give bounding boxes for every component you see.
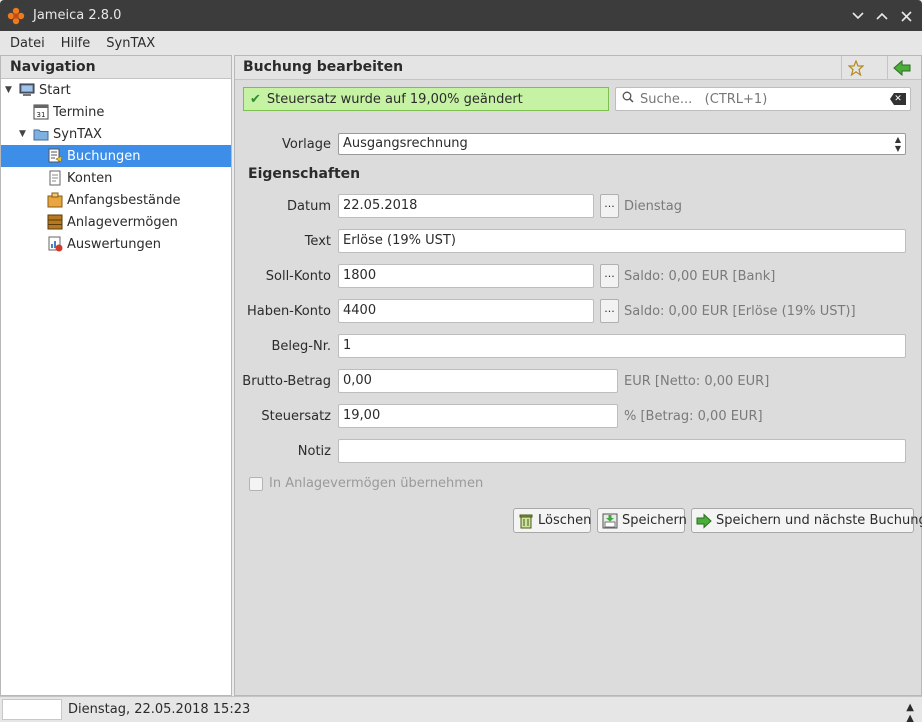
menu-datei[interactable]: Datei <box>10 36 45 51</box>
save-button[interactable]: Speichern <box>597 508 687 533</box>
trash-icon <box>518 513 534 529</box>
tree-item-label: Start <box>39 82 71 98</box>
anlagevermoegen-checkbox[interactable]: In Anlagevermögen übernehmen <box>249 476 483 491</box>
menu-syntax[interactable]: SynTAX <box>106 36 155 51</box>
calendar-icon: 31 <box>33 104 49 120</box>
soll-konto-label: Soll-Konto <box>265 269 331 284</box>
folder-icon <box>33 126 49 142</box>
tree-item-label: Anfangsbestände <box>67 192 181 208</box>
cabinet-icon <box>47 214 63 230</box>
tree-item-auswertungen[interactable]: Auswertungen <box>1 233 231 255</box>
status-text: Dienstag, 22.05.2018 15:23 <box>68 702 251 717</box>
datum-hint: Dienstag <box>624 199 682 214</box>
save-button-label: Speichern <box>622 513 687 528</box>
text-field[interactable]: Erlöse (19% UST) <box>338 229 906 253</box>
notiz-label: Notiz <box>297 444 331 459</box>
document-icon <box>47 170 63 186</box>
brutto-betrag-hint: EUR [Netto: 0,00 EUR] <box>624 374 770 389</box>
save-and-next-button[interactable]: Speichern und nächste Buchung <box>691 508 922 533</box>
vorlage-select[interactable]: Ausgangsrechnung ▲ ▼ <box>338 133 906 155</box>
search-icon <box>622 91 634 107</box>
chart-icon <box>47 236 63 252</box>
soll-konto-hint: Saldo: 0,00 EUR [Bank] <box>624 269 776 284</box>
back-arrow-icon[interactable] <box>887 56 915 80</box>
soll-konto-field[interactable]: 1800 <box>338 264 594 288</box>
search-placeholder: Suche... (CTRL+1) <box>640 91 768 107</box>
datum-field[interactable]: 22.05.2018 <box>338 194 594 218</box>
search-input[interactable]: Suche... (CTRL+1) ✕ <box>615 87 911 111</box>
status-indicator <box>2 699 62 720</box>
bookmark-star-icon[interactable] <box>841 56 869 80</box>
jameica-logo-icon <box>7 7 25 25</box>
checkbox-label: In Anlagevermögen übernehmen <box>269 476 484 491</box>
delete-button-label: Löschen <box>538 513 592 528</box>
delete-button[interactable]: Löschen <box>513 508 591 533</box>
tree-item-anfangsbestaende[interactable]: Anfangsbestände <box>1 189 231 211</box>
vorlage-value: Ausgangsrechnung <box>343 136 468 151</box>
steuersatz-hint: % [Betrag: 0,00 EUR] <box>624 409 763 424</box>
tree-item-label: SynTAX <box>53 126 102 142</box>
haben-konto-field[interactable]: 4400 <box>338 299 594 323</box>
tree-item-label: Konten <box>67 170 113 186</box>
expand-up-icon[interactable]: ▲ ▲ <box>906 702 914 722</box>
content-header: Buchung bearbeiten <box>235 56 921 80</box>
computer-icon <box>19 82 35 98</box>
text-label: Text <box>304 234 331 249</box>
window-titlebar: Jameica 2.8.0 <box>0 0 922 31</box>
notification-banner: ✔ Steuersatz wurde auf 19,00% geändert <box>243 87 609 111</box>
brutto-betrag-label: Brutto-Betrag <box>242 374 331 389</box>
status-bar: Dienstag, 22.05.2018 15:23 ▲ ▲ <box>0 696 922 722</box>
checkbox-box[interactable] <box>249 476 263 491</box>
navigation-header: Navigation <box>1 56 231 79</box>
content-panel: Buchung bearbeiten ✔ Steuersatz wurde au… <box>234 55 922 696</box>
tree-item-anlagevermoegen[interactable]: Anlagevermögen <box>1 211 231 233</box>
notification-text: Steuersatz wurde auf 19,00% geändert <box>266 91 523 107</box>
section-title: Eigenschaften <box>248 166 361 182</box>
tree-item-label: Auswertungen <box>67 236 161 252</box>
collapse-arrow-icon[interactable]: ▼ <box>5 85 15 95</box>
tree-item-konten[interactable]: Konten <box>1 167 231 189</box>
save-icon <box>602 513 618 529</box>
tree-item-label: Buchungen <box>67 148 141 164</box>
tree-item-label: Anlagevermögen <box>67 214 178 230</box>
close-icon[interactable] <box>896 6 916 26</box>
steuersatz-field[interactable]: 19,00 <box>338 404 618 428</box>
checkmark-icon: ✔ <box>250 91 261 107</box>
datum-picker-button[interactable]: ... <box>600 194 619 218</box>
clear-search-icon[interactable]: ✕ <box>890 93 906 105</box>
haben-konto-picker-button[interactable]: ... <box>600 299 619 323</box>
vorlage-label: Vorlage <box>281 137 331 152</box>
save-and-next-button-label: Speichern und nächste Buchung <box>716 513 922 528</box>
brutto-betrag-field[interactable]: 0,00 <box>338 369 618 393</box>
tree-item-buchungen[interactable]: Buchungen <box>1 145 231 167</box>
soll-konto-picker-button[interactable]: ... <box>600 264 619 288</box>
menu-hilfe[interactable]: Hilfe <box>61 36 91 51</box>
beleg-nr-field[interactable]: 1 <box>338 334 906 358</box>
haben-konto-hint: Saldo: 0,00 EUR [Erlöse (19% UST)] <box>624 304 856 319</box>
forward-arrow-icon <box>696 512 712 529</box>
box-icon <box>47 192 63 208</box>
tree-item-start[interactable]: ▼ Start <box>1 79 231 101</box>
maximize-icon[interactable] <box>872 6 892 26</box>
tree-item-termine[interactable]: 31 Termine <box>1 101 231 123</box>
page-title: Buchung bearbeiten <box>243 59 404 75</box>
menu-bar: Datei Hilfe SynTAX <box>0 31 922 55</box>
notiz-field[interactable] <box>338 439 906 463</box>
booking-icon <box>47 148 63 164</box>
tree-item-label: Termine <box>53 104 105 120</box>
steuersatz-label: Steuersatz <box>261 409 331 424</box>
select-spinner-icon: ▲ ▼ <box>894 135 901 153</box>
navigation-panel: Navigation ▼ Start 31 Termine ▼ SynTAX B… <box>0 55 232 696</box>
minimize-icon[interactable] <box>848 6 868 26</box>
tree-item-syntax[interactable]: ▼ SynTAX <box>1 123 231 145</box>
beleg-nr-label: Beleg-Nr. <box>271 339 331 354</box>
svg-text:31: 31 <box>37 111 46 119</box>
haben-konto-label: Haben-Konto <box>246 304 331 319</box>
datum-label: Datum <box>287 199 331 214</box>
window-title: Jameica 2.8.0 <box>33 8 122 23</box>
collapse-arrow-icon[interactable]: ▼ <box>19 129 29 139</box>
